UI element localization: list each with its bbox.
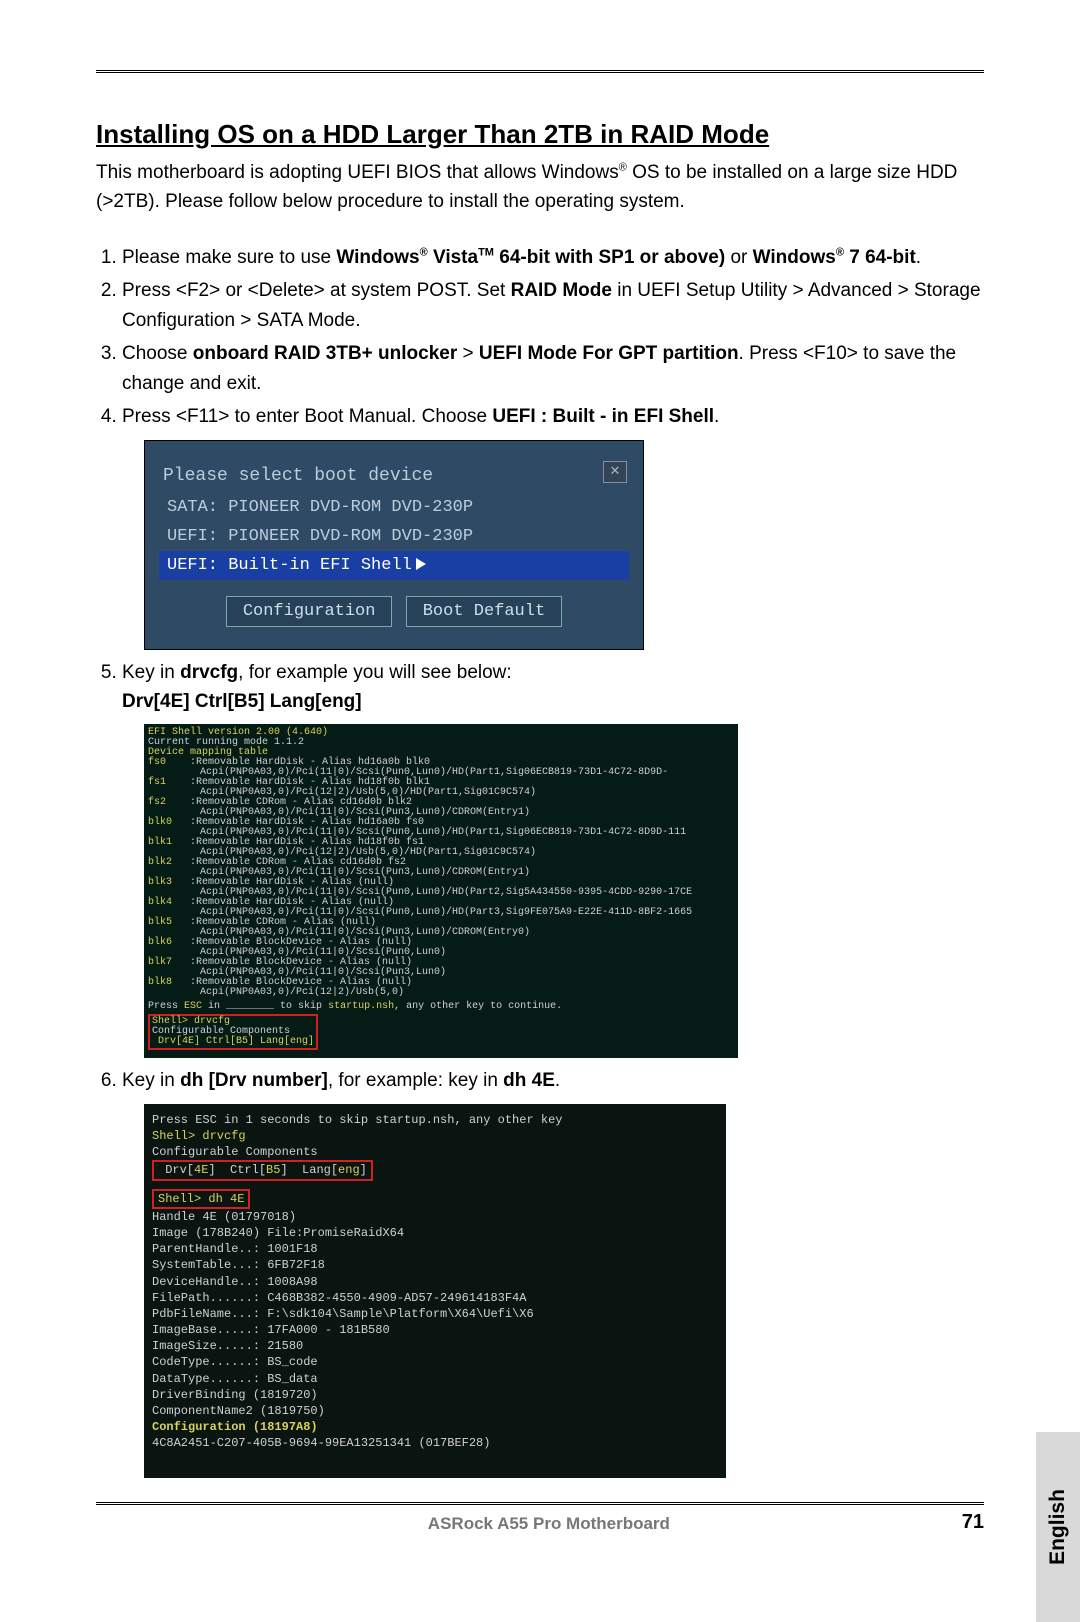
- l: FilePath......: C468B382-4550-4909-AD57-…: [152, 1290, 718, 1306]
- t: .: [714, 406, 719, 427]
- boot-menu-header: Please select boot device ✕: [159, 457, 629, 493]
- boot-item-sata[interactable]: SATA: PIONEER DVD-ROM DVD-230P: [159, 493, 629, 522]
- highlight-box: Drv[4E] Ctrl[B5] Lang[eng]: [152, 1160, 373, 1180]
- registered-mark: ®: [420, 247, 428, 259]
- registered-mark: ®: [836, 247, 844, 259]
- tm-mark: TM: [478, 247, 494, 259]
- t: UEFI: Built-in EFI Shell: [167, 556, 412, 575]
- registered-mark: ®: [619, 162, 627, 174]
- l: Configuration (18197A8): [152, 1419, 718, 1435]
- figure-shell-drvcfg: EFI Shell version 2.00 (4.640)Current ru…: [144, 724, 738, 1058]
- step-1: Please make sure to use Windows® VistaTM…: [122, 243, 984, 272]
- l: CodeType......: BS_code: [152, 1354, 718, 1370]
- t: UEFI : Built - in EFI Shell: [492, 406, 714, 427]
- cursor-icon: [416, 558, 426, 570]
- bottom-rule: [96, 1502, 984, 1505]
- footer: ASRock A55 Pro Motherboard 71: [96, 1511, 984, 1534]
- step-4: Press <F11> to enter Boot Manual. Choose…: [122, 402, 984, 649]
- t: Please make sure to use: [122, 247, 336, 268]
- intro-text-a: This motherboard is adopting UEFI BIOS t…: [96, 162, 619, 183]
- t: RAID Mode: [511, 280, 612, 301]
- boot-default-button[interactable]: Boot Default: [406, 596, 562, 627]
- configuration-button[interactable]: Configuration: [226, 596, 393, 627]
- t: or: [725, 247, 752, 268]
- step-6: Key in dh [Drv number], for example: key…: [122, 1066, 984, 1477]
- l: DataType......: BS_data: [152, 1371, 718, 1387]
- t: Choose: [122, 343, 193, 364]
- shell-cmd: Shell> drvcfg: [152, 1129, 246, 1143]
- page-number: 71: [962, 1511, 984, 1534]
- t: 64-bit with SP1 or above): [494, 247, 725, 268]
- figure-boot-menu: Please select boot device ✕ SATA: PIONEE…: [144, 440, 644, 650]
- l: ComponentName2 (1819750): [152, 1403, 718, 1419]
- t: , for example you will see below:: [238, 662, 512, 683]
- boot-item-efi-shell[interactable]: UEFI: Built-in EFI Shell: [159, 551, 629, 580]
- t: Windows: [753, 247, 836, 268]
- t: Windows: [336, 247, 419, 268]
- t: , for example: key in: [328, 1070, 503, 1091]
- l: PdbFileName...: F:\sdk104\Sample\Platfor…: [152, 1306, 718, 1322]
- t: onboard RAID 3TB+ unlocker: [193, 343, 457, 364]
- t: Key in: [122, 662, 180, 683]
- t: Press <F2> or <Delete> at system POST. S…: [122, 280, 511, 301]
- step-3: Choose onboard RAID 3TB+ unlocker > UEFI…: [122, 339, 984, 398]
- steps-list: Please make sure to use Windows® VistaTM…: [96, 243, 984, 1478]
- l: ImageBase.....: 17FA000 - 181B580: [152, 1322, 718, 1338]
- t: .: [555, 1070, 560, 1091]
- drvcfg-output: Drv[4E] Ctrl[B5] Lang[eng]: [122, 691, 362, 712]
- step-2: Press <F2> or <Delete> at system POST. S…: [122, 276, 984, 335]
- step-5: Key in drvcfg, for example you will see …: [122, 658, 984, 1059]
- boot-item-uefi-dvd[interactable]: UEFI: PIONEER DVD-ROM DVD-230P: [159, 522, 629, 551]
- l: DriverBinding (1819720): [152, 1387, 718, 1403]
- l: Handle 4E (01797018): [152, 1209, 718, 1225]
- l: SystemTable...: 6FB72F18: [152, 1257, 718, 1273]
- t: >: [457, 343, 479, 364]
- l: ParentHandle..: 1001F18: [152, 1241, 718, 1257]
- t: .: [916, 247, 921, 268]
- t: Vista: [428, 247, 478, 268]
- close-icon[interactable]: ✕: [603, 461, 627, 483]
- intro-paragraph: This motherboard is adopting UEFI BIOS t…: [96, 158, 984, 217]
- t: dh 4E: [503, 1070, 555, 1091]
- t: UEFI Mode For GPT partition: [479, 343, 739, 364]
- figure-shell-dh: Press ESC in 1 seconds to skip startup.n…: [144, 1104, 726, 1478]
- t: 7 64-bit: [844, 247, 916, 268]
- l: Image (178B240) File:PromiseRaidX64: [152, 1225, 718, 1241]
- l: Press ESC in 1 seconds to skip startup.n…: [152, 1112, 718, 1128]
- top-rule: [96, 70, 984, 73]
- l: Configurable Components: [152, 1144, 718, 1160]
- t: drvcfg: [180, 662, 238, 683]
- page-title: Installing OS on a HDD Larger Than 2TB i…: [96, 119, 984, 150]
- boot-menu-title: Please select boot device: [163, 466, 433, 486]
- t: dh [Drv number]: [180, 1070, 328, 1091]
- footer-product: ASRock A55 Pro Motherboard: [136, 1514, 962, 1534]
- t: Press <F11> to enter Boot Manual. Choose: [122, 406, 492, 427]
- l: ImageSize.....: 21580: [152, 1338, 718, 1354]
- language-tab: English: [1036, 1432, 1080, 1622]
- t: Key in: [122, 1070, 180, 1091]
- l: 4C8A2451-C207-405B-9694-99EA13251341 (01…: [152, 1435, 718, 1451]
- l: DeviceHandle..: 1008A98: [152, 1274, 718, 1290]
- highlight-box: Shell> dh 4E: [152, 1189, 250, 1209]
- language-label: English: [1046, 1489, 1070, 1565]
